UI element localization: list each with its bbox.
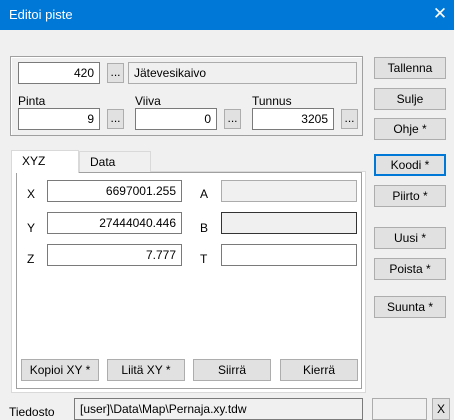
- z-field[interactable]: 7.777: [47, 244, 182, 266]
- viiva-label: Viiva: [135, 94, 161, 108]
- code-field[interactable]: 420: [18, 62, 100, 84]
- b-field: [221, 212, 357, 234]
- new-button[interactable]: Uusi *: [374, 227, 446, 249]
- y-label: Y: [27, 221, 36, 235]
- z-label: Z: [27, 252, 35, 266]
- paste-xy-button[interactable]: Liitä XY *: [107, 359, 185, 381]
- coordinate-group: [16, 172, 362, 389]
- b-label: B: [200, 221, 209, 235]
- delete-button[interactable]: Poista *: [374, 258, 446, 280]
- file-path-field: [user]\Data\Map\Pernaja.xy.tdw: [74, 398, 363, 420]
- tab-data[interactable]: Data: [79, 151, 151, 173]
- tunnus-browse-button[interactable]: ...: [341, 109, 358, 129]
- a-field: [221, 180, 357, 202]
- pinta-browse-button[interactable]: ...: [107, 109, 124, 129]
- x-label: X: [27, 187, 36, 201]
- viiva-field[interactable]: 0: [135, 108, 217, 130]
- code-description-field: Jätevesikaivo: [128, 62, 357, 84]
- draw-button[interactable]: Piirto *: [374, 185, 446, 207]
- tunnus-field[interactable]: 3205: [252, 108, 334, 130]
- viiva-browse-button[interactable]: ...: [224, 109, 241, 129]
- pinta-field[interactable]: 9: [18, 108, 100, 130]
- t-field[interactable]: [221, 244, 357, 266]
- pinta-label: Pinta: [18, 94, 46, 108]
- file-label: Tiedosto: [9, 405, 55, 419]
- tab-xyz[interactable]: XYZ: [11, 150, 79, 173]
- code-browse-button[interactable]: ...: [107, 63, 124, 83]
- close-button[interactable]: Sulje: [374, 88, 446, 110]
- code-button[interactable]: Koodi *: [374, 154, 446, 176]
- move-button[interactable]: Siirrä: [193, 359, 271, 381]
- direction-button[interactable]: Suunta *: [374, 296, 446, 318]
- x-field[interactable]: 6697001.255: [47, 180, 182, 202]
- y-field[interactable]: 27444040.446: [47, 212, 182, 234]
- file-x-button[interactable]: X: [432, 398, 450, 420]
- file-extra-field: [372, 398, 427, 420]
- help-button[interactable]: Ohje *: [374, 118, 446, 140]
- close-icon[interactable]: ✕: [428, 3, 452, 27]
- t-label: T: [200, 252, 208, 266]
- tunnus-label: Tunnus: [252, 94, 292, 108]
- rotate-button[interactable]: Kierrä: [280, 359, 358, 381]
- window-title: Editoi piste: [9, 7, 73, 22]
- a-label: A: [200, 187, 209, 201]
- copy-xy-button[interactable]: Kopioi XY *: [21, 359, 99, 381]
- save-button[interactable]: Tallenna: [374, 57, 446, 79]
